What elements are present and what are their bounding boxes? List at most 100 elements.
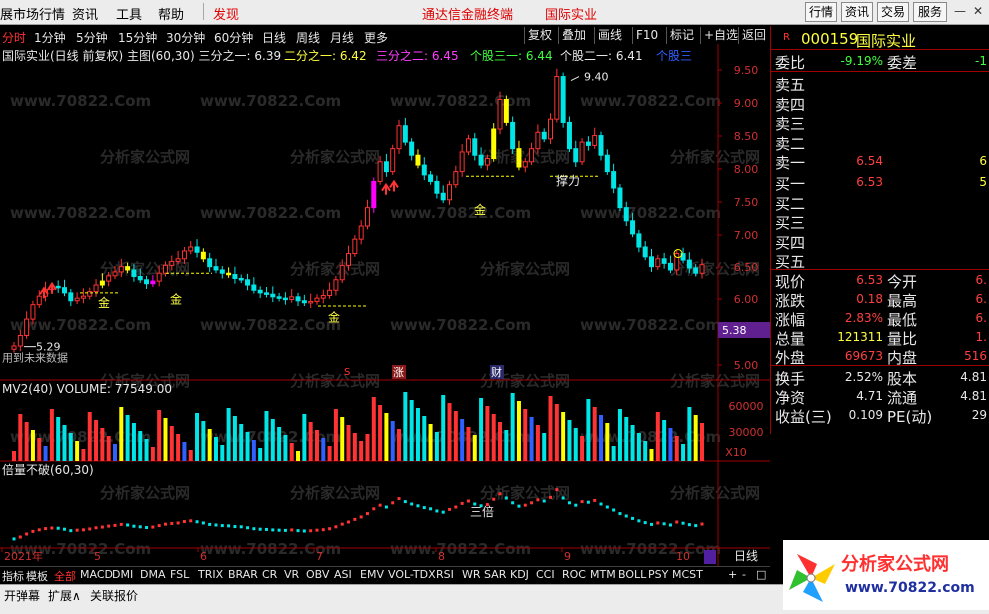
volume-bar[interactable] xyxy=(188,450,193,461)
volume-bar[interactable] xyxy=(655,412,660,461)
volume-bar[interactable] xyxy=(580,436,585,461)
volume-bar[interactable] xyxy=(592,407,597,461)
volume-bar[interactable] xyxy=(264,411,269,461)
volume-bar[interactable] xyxy=(150,447,155,461)
candle-body[interactable] xyxy=(699,264,705,274)
candle-body[interactable] xyxy=(554,76,560,120)
indicator-tab[interactable]: TRIX xyxy=(198,568,223,581)
candle-body[interactable] xyxy=(573,148,579,163)
indicator-tab[interactable]: MACD xyxy=(80,568,113,581)
candle-body[interactable] xyxy=(137,276,143,281)
candle-body[interactable] xyxy=(125,266,131,271)
candle-body[interactable] xyxy=(642,246,648,258)
indicator-tab[interactable]: BRAR xyxy=(228,568,258,581)
candle-body[interactable] xyxy=(320,295,326,299)
candle-body[interactable] xyxy=(308,300,314,304)
candle-body[interactable] xyxy=(11,345,17,350)
volume-bar[interactable] xyxy=(504,430,509,461)
volume-bar[interactable] xyxy=(700,423,704,461)
candle-body[interactable] xyxy=(68,292,74,302)
volume-bar[interactable] xyxy=(213,437,218,461)
candle-body[interactable] xyxy=(213,266,219,271)
candle-body[interactable] xyxy=(327,289,333,297)
indicator-tab[interactable]: ASI xyxy=(334,568,352,581)
volume-bar[interactable] xyxy=(270,419,275,461)
indicator-tab[interactable]: MCST xyxy=(672,568,703,581)
volume-bar[interactable] xyxy=(529,417,534,461)
candle-body[interactable] xyxy=(175,258,181,262)
candle-body[interactable] xyxy=(270,293,276,298)
volume-bar[interactable] xyxy=(258,448,263,461)
volume-bar[interactable] xyxy=(296,451,301,461)
candle-body[interactable] xyxy=(415,154,421,166)
candle-body[interactable] xyxy=(61,287,67,294)
volume-bar[interactable] xyxy=(434,432,439,461)
volume-bar[interactable] xyxy=(49,409,54,461)
menu-market[interactable]: 展市场行情 xyxy=(0,4,65,23)
indicator-tab[interactable]: VR xyxy=(284,568,299,581)
volume-bar[interactable] xyxy=(56,417,61,461)
candle-body[interactable] xyxy=(529,148,535,163)
danmaku-toggle[interactable]: 开弹幕 xyxy=(4,587,40,604)
volume-bar[interactable] xyxy=(491,414,496,461)
candle-body[interactable] xyxy=(649,256,655,268)
indicator-tab[interactable]: 全部 xyxy=(54,568,76,584)
volume-bar[interactable] xyxy=(30,430,35,461)
volume-bar[interactable] xyxy=(397,429,402,461)
volume-bar[interactable] xyxy=(81,449,86,461)
candle-body[interactable] xyxy=(339,264,345,281)
candle-body[interactable] xyxy=(289,296,295,300)
candle-body[interactable] xyxy=(686,259,692,269)
volume-bar[interactable] xyxy=(649,449,654,461)
indicator-tab[interactable]: OBV xyxy=(306,568,329,581)
volume-bar[interactable] xyxy=(169,426,174,461)
candle-body[interactable] xyxy=(377,161,383,182)
candle-body[interactable] xyxy=(592,135,598,146)
adjust-button[interactable]: 复权 xyxy=(524,27,555,44)
news-button[interactable]: 资讯 xyxy=(841,2,873,22)
volume-bar[interactable] xyxy=(365,434,370,461)
indicator-tab[interactable]: ROC xyxy=(562,568,586,581)
menu-help[interactable]: 帮助 xyxy=(158,4,184,23)
volume-bar[interactable] xyxy=(37,438,42,461)
volume-bar[interactable] xyxy=(333,409,338,461)
volume-bar[interactable] xyxy=(106,436,111,461)
volume-bar[interactable] xyxy=(327,446,332,461)
candle-body[interactable] xyxy=(295,296,301,302)
candle-body[interactable] xyxy=(358,225,364,240)
candle-body[interactable] xyxy=(510,121,516,150)
volume-bar[interactable] xyxy=(479,398,484,461)
candle-body[interactable] xyxy=(346,253,352,266)
layout-button[interactable]: □ xyxy=(756,568,766,581)
volume-bar[interactable] xyxy=(472,435,477,461)
candle-body[interactable] xyxy=(257,289,263,294)
candle-body[interactable] xyxy=(428,174,434,182)
candle-body[interactable] xyxy=(693,267,699,274)
volume-bar[interactable] xyxy=(43,446,48,461)
candle-body[interactable] xyxy=(232,274,238,279)
service-button[interactable]: 服务 xyxy=(913,2,947,22)
volume-bar[interactable] xyxy=(289,443,294,461)
volume-bar[interactable] xyxy=(302,414,307,461)
volume-bar[interactable] xyxy=(144,439,149,461)
candle-body[interactable] xyxy=(459,151,465,173)
volume-bar[interactable] xyxy=(119,407,124,461)
candle-body[interactable] xyxy=(352,238,358,255)
volume-bar[interactable] xyxy=(125,415,130,461)
expand-toggle[interactable]: 扩展∧ xyxy=(48,587,81,604)
candle-body[interactable] xyxy=(402,125,408,143)
mark-button[interactable]: 标记 xyxy=(666,27,697,44)
candle-body[interactable] xyxy=(150,280,156,285)
candle-body[interactable] xyxy=(17,335,23,347)
candle-body[interactable] xyxy=(447,184,453,201)
candle-body[interactable] xyxy=(245,279,251,286)
volume-bar[interactable] xyxy=(535,425,540,461)
volume-bar[interactable] xyxy=(422,416,427,461)
candle-body[interactable] xyxy=(74,297,80,302)
volume-bar[interactable] xyxy=(131,423,136,461)
volume-bar[interactable] xyxy=(207,429,212,461)
volume-bar[interactable] xyxy=(75,441,80,461)
volume-bar[interactable] xyxy=(201,421,206,461)
volume-bar[interactable] xyxy=(94,420,99,461)
volume-bar[interactable] xyxy=(441,395,446,461)
